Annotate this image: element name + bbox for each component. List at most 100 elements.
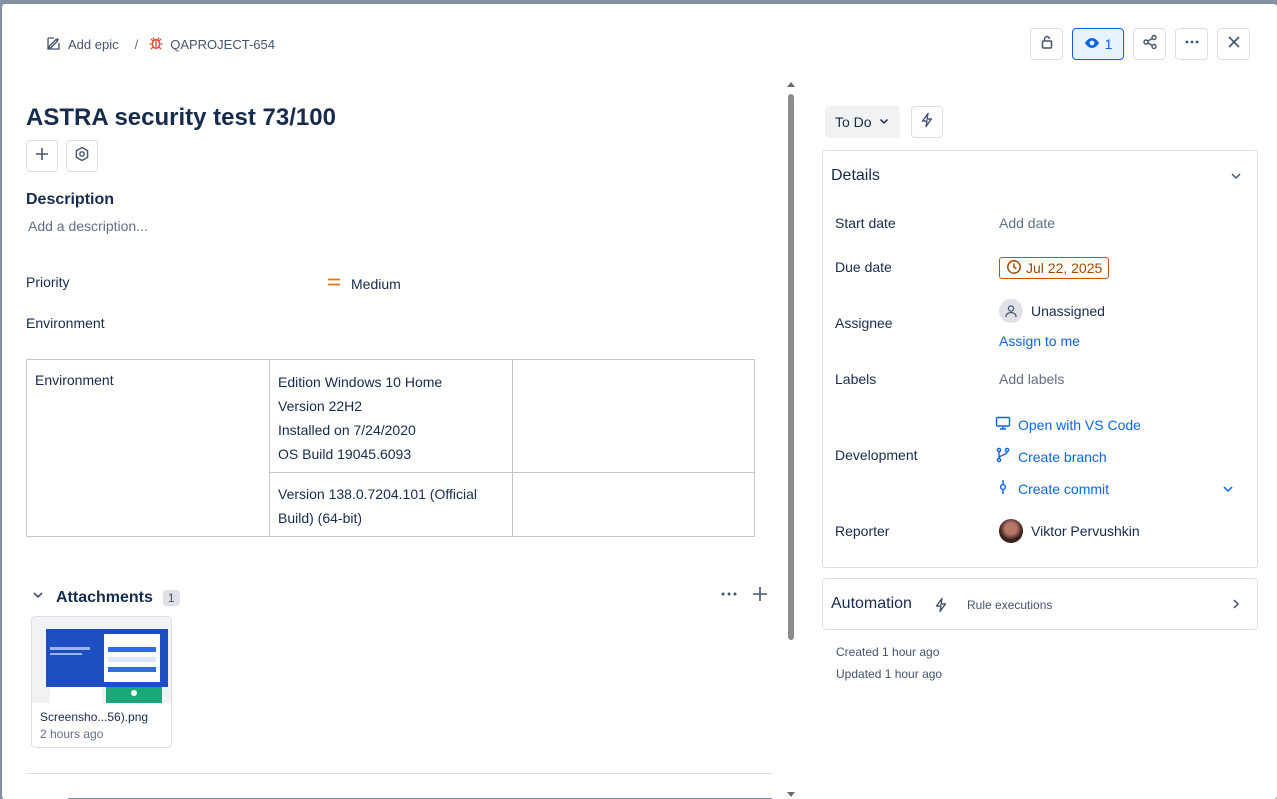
environment-cell-browser: Version 138.0.7204.101 (Official Build) … — [270, 473, 513, 536]
assign-to-me-link[interactable]: Assign to me — [999, 333, 1080, 349]
chevron-down-icon[interactable] — [1221, 482, 1235, 501]
automation-action-button[interactable] — [911, 106, 943, 138]
section-divider — [26, 773, 772, 774]
avatar — [999, 519, 1023, 543]
details-panel: Details Start date Add date Due date Jul… — [822, 150, 1258, 568]
branch-icon — [995, 447, 1011, 466]
commit-icon — [995, 479, 1011, 498]
assignee-name: Unassigned — [1031, 303, 1105, 319]
reporter-value[interactable]: Viktor Pervushkin — [999, 519, 1140, 543]
env-line: Version 138.0.7204.101 (Official — [278, 486, 477, 502]
open-with-vscode-link[interactable]: Open with VS Code — [995, 415, 1141, 434]
automation-title: Automation — [831, 595, 912, 612]
chevron-down-icon — [878, 114, 890, 130]
due-date-label: Due date — [835, 259, 892, 275]
plus-icon — [34, 146, 50, 167]
create-commit-label: Create commit — [1018, 480, 1110, 497]
start-date-label: Start date — [835, 215, 896, 231]
attachments-count: 1 — [162, 589, 180, 606]
watch-count: 1 — [1104, 36, 1113, 52]
unlock-icon — [1039, 34, 1055, 55]
attachments-actions — [720, 586, 768, 607]
watch-button[interactable]: 1 — [1072, 28, 1124, 60]
environment-cell-empty — [513, 360, 754, 473]
chevron-down-icon[interactable] — [30, 587, 46, 608]
env-line: Installed on 7/24/2020 — [278, 422, 416, 438]
breadcrumb-separator: / — [134, 37, 139, 52]
more-icon — [1184, 34, 1200, 55]
monitor-icon — [995, 415, 1011, 434]
attachment-thumbnail — [32, 617, 171, 703]
create-branch-link[interactable]: Create branch — [995, 447, 1107, 466]
description-placeholder[interactable]: Add a description... — [28, 218, 148, 234]
env-line: Build) (64-bit) — [278, 510, 363, 526]
attachments-title: Attachments — [56, 588, 153, 606]
description-heading: Description — [26, 191, 115, 208]
scroll-down-arrow[interactable] — [787, 792, 795, 797]
assignee-label: Assignee — [835, 315, 893, 331]
user-icon — [999, 299, 1023, 323]
env-line: OS Build 19045.6093 — [278, 446, 412, 462]
close-button[interactable] — [1217, 28, 1250, 60]
quick-add-bar — [26, 140, 98, 172]
priority-value[interactable]: Medium — [326, 274, 401, 293]
clock-icon — [1006, 259, 1022, 278]
main-scrollbar[interactable] — [786, 80, 796, 799]
reporter-name: Viktor Pervushkin — [1031, 523, 1140, 539]
close-icon — [1226, 34, 1242, 55]
plus-icon[interactable] — [752, 586, 768, 607]
breadcrumb: Add epic / QAPROJECT-654 — [46, 35, 275, 54]
add-epic-label: Add epic — [68, 37, 119, 52]
priority-medium-icon — [326, 274, 342, 293]
eye-icon — [1084, 35, 1100, 54]
chevron-down-icon[interactable] — [1229, 169, 1243, 188]
created-timestamp: Created 1 hour ago — [836, 645, 940, 659]
lightning-icon — [933, 597, 949, 618]
bug-icon — [148, 35, 164, 54]
start-date-value[interactable]: Add date — [999, 215, 1055, 231]
open-with-vscode-label: Open with VS Code — [1018, 416, 1141, 433]
issue-key-link[interactable]: QAPROJECT-654 — [148, 35, 275, 54]
scroll-up-arrow[interactable] — [787, 82, 795, 87]
rule-executions-label: Rule executions — [967, 598, 1053, 612]
issue-title[interactable]: ASTRA security test 73/100 — [26, 104, 336, 132]
priority-text: Medium — [351, 275, 401, 292]
lock-button[interactable] — [1030, 28, 1063, 60]
labels-value[interactable]: Add labels — [999, 371, 1064, 387]
reporter-label: Reporter — [835, 523, 890, 539]
top-actions: 1 — [1030, 28, 1250, 60]
status-label: To Do — [835, 114, 872, 130]
priority-label: Priority — [26, 274, 70, 290]
labels-label: Labels — [835, 371, 877, 387]
share-button[interactable] — [1133, 28, 1166, 60]
details-heading[interactable]: Details — [831, 167, 880, 185]
environment-table: Environment Edition Windows 10 Home Vers… — [26, 359, 755, 537]
attachment-time: 2 hours ago — [40, 727, 104, 741]
share-icon — [1142, 34, 1158, 55]
status-dropdown[interactable]: To Do — [825, 106, 900, 138]
chevron-right-icon — [1229, 597, 1243, 616]
env-line: Version 22H2 — [278, 398, 363, 414]
assignee-value[interactable]: Unassigned — [999, 299, 1105, 323]
add-epic-link[interactable]: Add epic — [46, 35, 119, 54]
attachment-card[interactable]: Screensho...56).png 2 hours ago — [31, 616, 172, 748]
more-actions-button[interactable] — [1175, 28, 1208, 60]
updated-timestamp: Updated 1 hour ago — [836, 667, 943, 681]
issue-key: QAPROJECT-654 — [170, 37, 275, 52]
environment-cell-empty — [513, 473, 754, 536]
more-icon[interactable] — [720, 586, 738, 607]
due-date-badge[interactable]: Jul 22, 2025 — [999, 257, 1110, 279]
environment-cell-os: Edition Windows 10 Home Version 22H2 Ins… — [270, 360, 513, 473]
apps-button[interactable] — [66, 140, 98, 172]
lightning-icon — [919, 112, 935, 133]
scroll-thumb[interactable] — [788, 94, 794, 640]
env-line: Edition Windows 10 Home — [278, 374, 443, 390]
issue-modal: Add epic / QAPROJECT-654 1 ASTRA securit… — [2, 4, 1277, 799]
create-commit-link[interactable]: Create commit — [995, 479, 1109, 498]
add-button[interactable] — [26, 140, 58, 172]
issue-main-column: ASTRA security test 73/100 Description A… — [26, 80, 786, 799]
attachment-name: Screensho...56).png — [40, 710, 149, 724]
environment-label: Environment — [26, 315, 105, 331]
automation-panel[interactable]: Automation Rule executions — [822, 578, 1258, 630]
create-branch-label: Create branch — [1018, 448, 1107, 465]
